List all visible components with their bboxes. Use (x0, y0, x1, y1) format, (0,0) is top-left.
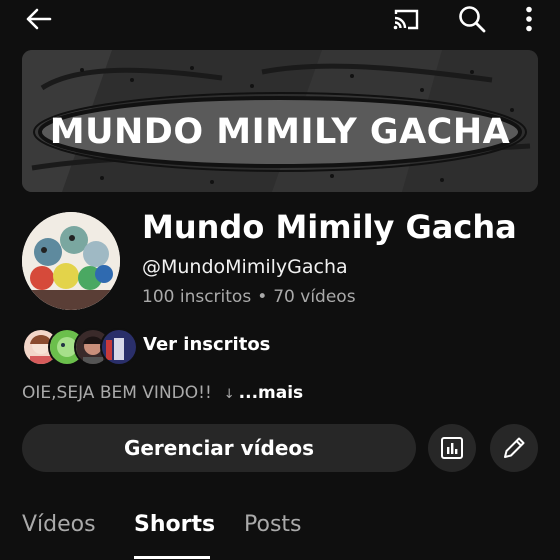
manage-videos-button[interactable]: Gerenciar vídeos (22, 424, 416, 472)
subscriber-avatars (22, 328, 138, 366)
analytics-icon (441, 437, 463, 459)
pencil-icon (504, 437, 525, 458)
edit-channel-button[interactable] (490, 424, 538, 472)
subscriber-count: 100 inscritos (142, 287, 252, 307)
arrow-left-icon (26, 8, 52, 30)
cast-icon (393, 9, 419, 30)
expand-arrow-icon: ↓ (223, 387, 235, 402)
search-button[interactable] (454, 2, 490, 36)
tab-videos[interactable]: Vídeos (22, 512, 96, 537)
back-button[interactable] (20, 4, 56, 34)
channel-handle: @MundoMimilyGacha (142, 256, 348, 278)
banner-title: MUNDO MIMILY GACHA (49, 112, 511, 152)
video-count: 70 vídeos (273, 287, 356, 307)
analytics-button[interactable] (428, 424, 476, 472)
stats-separator: • (257, 287, 268, 307)
search-icon (459, 6, 486, 33)
channel-stats: 100 inscritos • 70 vídeos (142, 287, 356, 307)
active-tab-indicator (134, 556, 210, 559)
cast-button[interactable] (388, 4, 424, 34)
channel-tabs: Vídeos Shorts Posts (0, 510, 560, 560)
description-text: OIE,SEJA BEM VINDO!! (22, 383, 212, 403)
subscriber-avatar (100, 328, 138, 366)
channel-avatar[interactable] (22, 212, 120, 310)
tab-shorts[interactable]: Shorts (134, 512, 215, 537)
more-vertical-icon (526, 6, 532, 32)
description-more-link[interactable]: ...mais (239, 383, 304, 403)
view-subscribers-link[interactable]: Ver inscritos (143, 334, 270, 355)
channel-name: Mundo Mimily Gacha (142, 208, 517, 246)
channel-description[interactable]: OIE,SEJA BEM VINDO!! ↓ ...mais (22, 383, 303, 403)
top-app-bar (0, 0, 560, 40)
tab-posts[interactable]: Posts (244, 512, 302, 537)
more-options-button[interactable] (516, 2, 542, 36)
